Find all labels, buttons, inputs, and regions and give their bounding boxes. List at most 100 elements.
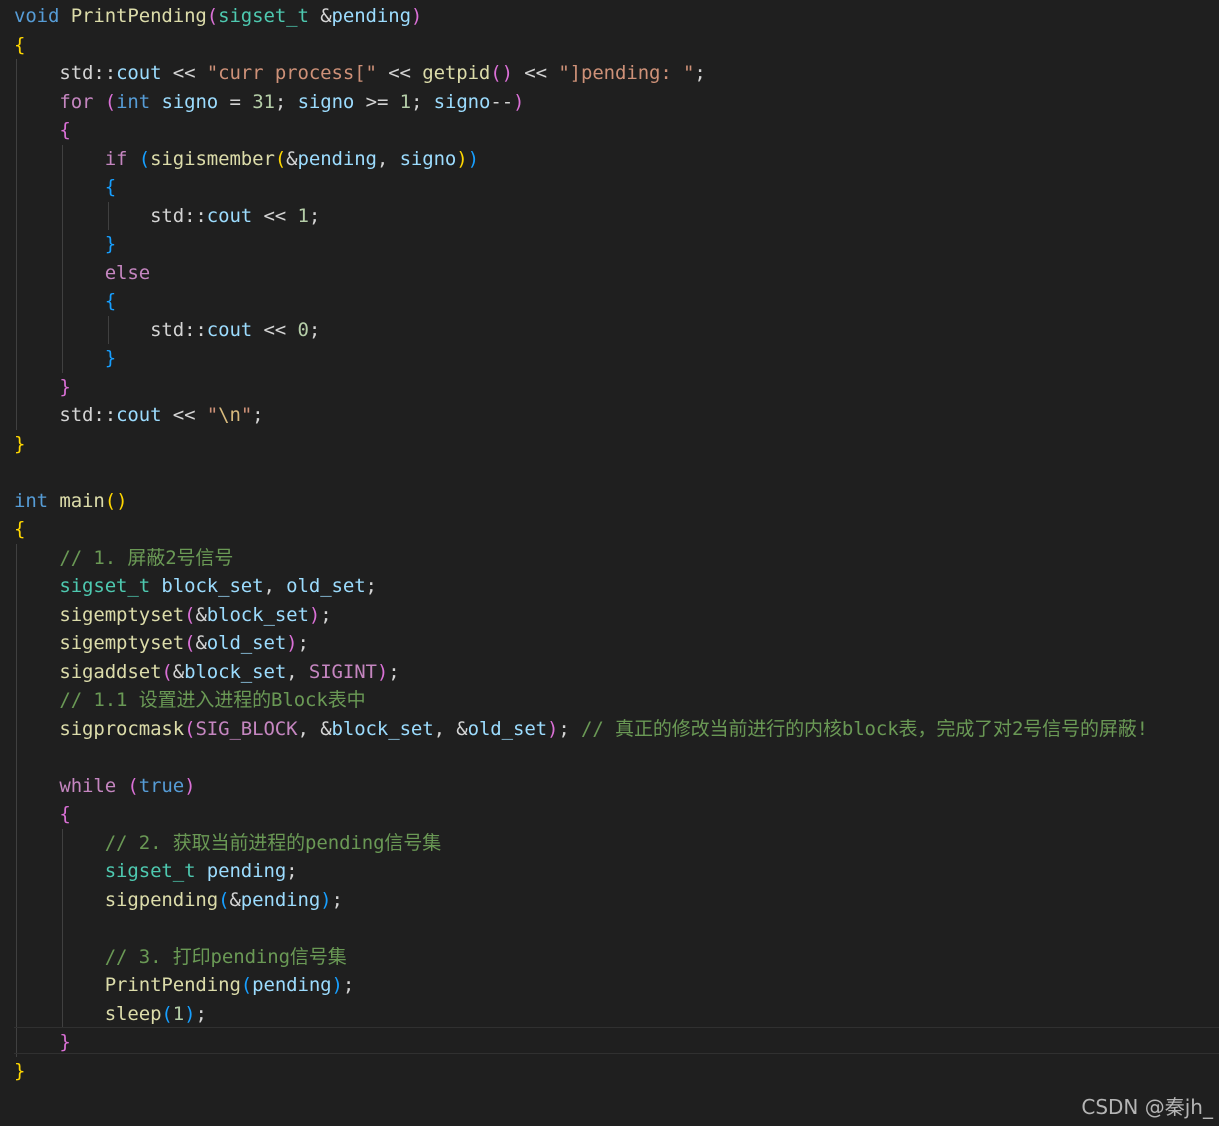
code-token: } (14, 432, 26, 455)
code-token: ) (184, 1002, 196, 1025)
code-line[interactable]: { (14, 31, 25, 60)
code-line[interactable]: std::cout << 1; (14, 202, 320, 231)
code-line[interactable]: sigaddset(&block_set, SIGINT); (14, 658, 399, 687)
code-token: << (161, 62, 207, 84)
code-token: ( (138, 147, 151, 170)
code-line[interactable]: } (14, 430, 25, 459)
code-line[interactable]: { (14, 800, 70, 829)
code-token: int (14, 489, 49, 512)
code-token: 1 (297, 204, 309, 227)
code-token: } (104, 347, 117, 369)
code-editor[interactable]: void PrintPending(sigset_t &pending){ st… (0, 0, 1219, 1126)
code-token: // 1.1 设置进入进程的Block表中 (59, 689, 366, 711)
code-token: sigset_t (104, 860, 196, 882)
code-token: PrintPending (104, 974, 241, 996)
code-line[interactable]: } (14, 1057, 25, 1086)
code-line[interactable]: // 1. 屏蔽2号信号 (14, 544, 233, 573)
code-line[interactable]: } (14, 230, 116, 259)
code-line[interactable]: sigpending(&pending); (14, 886, 343, 915)
code-token: " (206, 404, 219, 426)
code-token: block_set (331, 717, 434, 740)
code-token: ) (456, 147, 468, 170)
code-line[interactable]: std::cout << "\n"; (14, 401, 263, 430)
code-line[interactable]: { (14, 515, 25, 544)
code-line[interactable]: int main() (14, 487, 128, 516)
code-token: sigset_t (59, 575, 151, 597)
code-token: std:: (14, 318, 207, 341)
code-token: old_set (206, 632, 287, 654)
code-line[interactable]: sigset_t block_set, old_set; (14, 572, 377, 601)
code-token: signo (297, 90, 355, 113)
code-token: else (104, 261, 151, 284)
code-token: } (104, 233, 117, 255)
code-token: "]pending: " (558, 62, 695, 84)
code-token: ( (218, 888, 230, 911)
code-token: ) (286, 632, 298, 654)
code-token: pending (331, 5, 411, 27)
code-token: 31 (252, 90, 275, 113)
code-line[interactable]: std::cout << "curr process[" << getpid()… (14, 59, 706, 88)
code-token: block_set (206, 603, 309, 626)
code-line[interactable]: else (14, 259, 150, 288)
code-token: ; (320, 603, 332, 626)
code-line[interactable]: std::cout << 0; (14, 316, 320, 345)
code-line[interactable]: while (true) (14, 772, 195, 801)
code-line[interactable]: } (14, 344, 116, 373)
code-line[interactable]: sigemptyset(&block_set); (14, 601, 332, 630)
code-token: std:: (14, 404, 117, 426)
code-line[interactable]: for (int signo = 31; signo >= 1; signo--… (14, 88, 524, 117)
code-line[interactable]: if (sigismember(&pending, signo)) (14, 145, 479, 174)
code-token: ) (331, 974, 343, 996)
code-line[interactable]: // 2. 获取当前进程的pending信号集 (14, 829, 442, 858)
code-token: ( (206, 5, 219, 27)
code-line[interactable]: // 1.1 设置进入进程的Block表中 (14, 686, 366, 715)
code-token: cout (206, 318, 253, 341)
code-line[interactable]: PrintPending(pending); (14, 971, 355, 1000)
code-line[interactable]: sigemptyset(&old_set); (14, 629, 309, 658)
code-token: { (14, 33, 26, 56)
code-line[interactable]: sigprocmask(SIG_BLOCK, &block_set, &old_… (14, 715, 1148, 744)
code-line[interactable]: void PrintPending(sigset_t &pending) (14, 2, 422, 31)
code-line[interactable]: sigset_t pending; (14, 857, 298, 886)
code-token: } (59, 1031, 71, 1053)
code-token: ; (558, 717, 582, 740)
code-token: ; (342, 974, 355, 996)
code-token: ; (308, 318, 321, 341)
code-token: () (104, 489, 128, 512)
code-line[interactable]: } (14, 373, 70, 402)
code-token: >= (354, 90, 400, 113)
code-line[interactable]: sleep(1); (14, 1000, 207, 1029)
code-line[interactable]: // 3. 打印pending信号集 (14, 943, 347, 972)
code-line[interactable]: { (14, 173, 116, 202)
current-line-highlight (14, 1027, 1219, 1054)
code-token: () (490, 62, 513, 84)
code-token: // 真正的修改当前进行的内核block表，完成了对2号信号的屏蔽! (581, 717, 1149, 740)
code-line[interactable]: { (14, 287, 116, 316)
code-line[interactable]: } (14, 1028, 71, 1057)
code-line[interactable]: { (14, 116, 70, 145)
code-token: ) (513, 90, 525, 113)
code-token: & (286, 147, 298, 170)
code-token: \n (218, 404, 241, 426)
code-token: pending (297, 147, 377, 170)
